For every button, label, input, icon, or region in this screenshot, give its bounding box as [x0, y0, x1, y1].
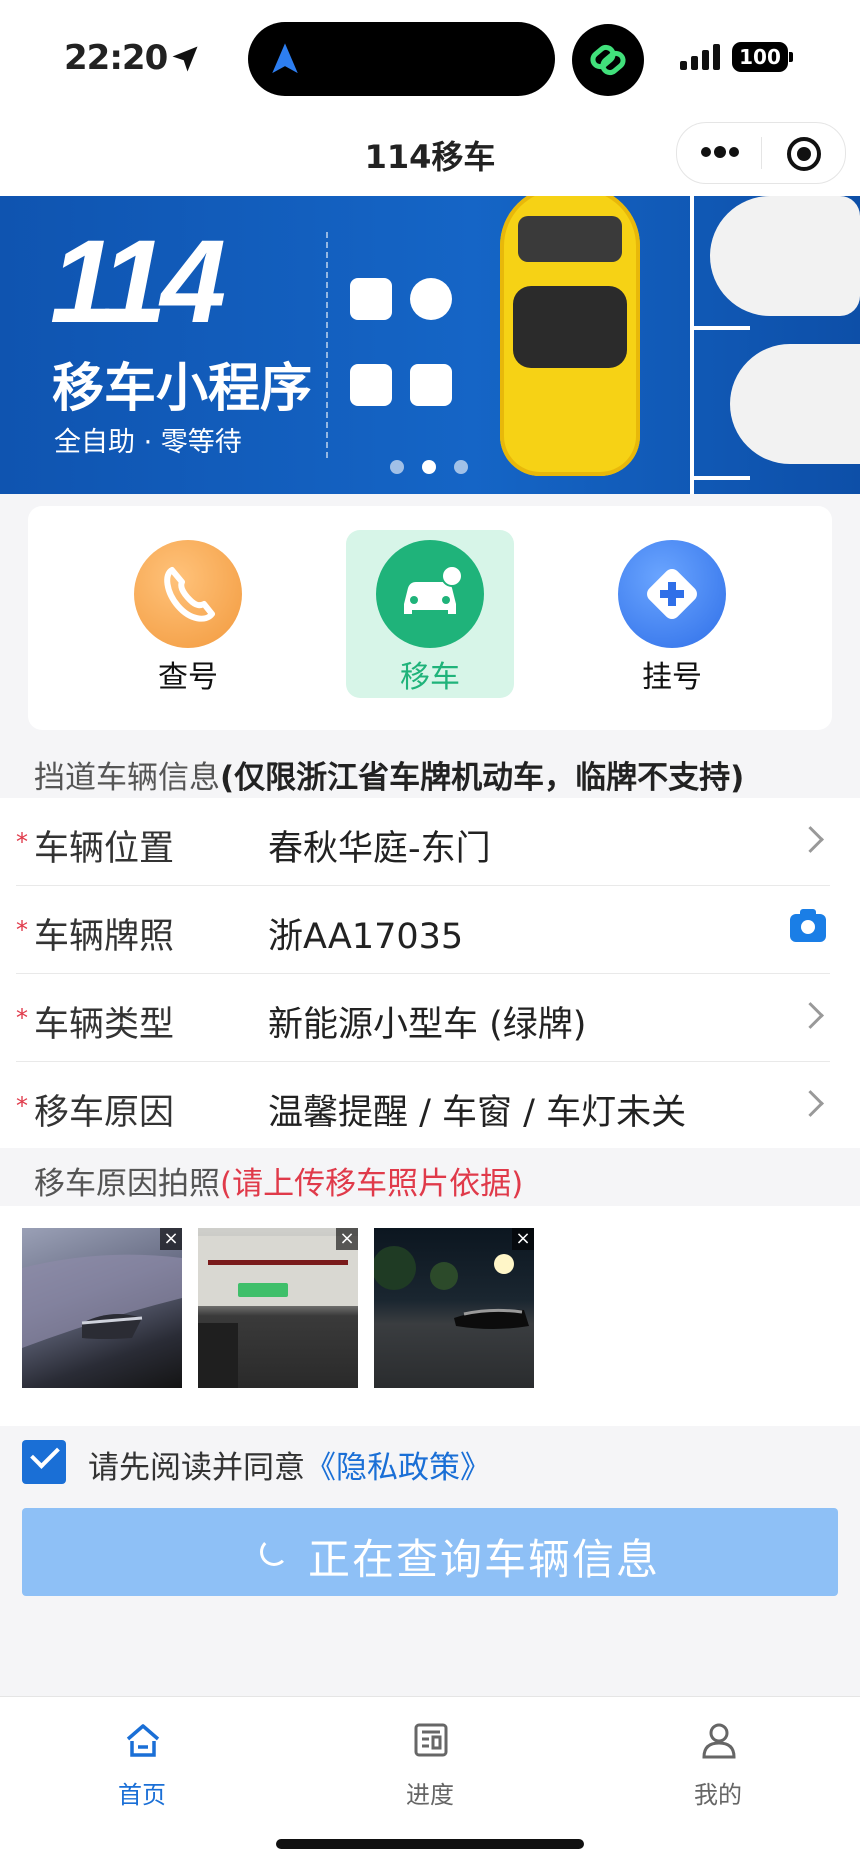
- home-icon: [126, 1724, 160, 1757]
- tab-home[interactable]: 首页: [72, 1709, 212, 1819]
- phone-icon: [134, 540, 242, 648]
- photo-list: × × ×: [0, 1206, 860, 1426]
- plus-diamond-icon: [618, 540, 726, 648]
- agree-checkbox[interactable]: [22, 1440, 66, 1484]
- privacy-policy-link[interactable]: 《隐私政策》: [305, 1450, 491, 1486]
- tab-label: 首页: [118, 1781, 166, 1809]
- form-row-reason[interactable]: * 移车原因 温馨提醒 / 车窗 / 车灯未关: [0, 1062, 860, 1150]
- tab-progress[interactable]: 进度: [360, 1709, 500, 1819]
- row-value: 春秋华庭-东门: [268, 829, 491, 869]
- row-label: 车辆位置: [34, 829, 175, 869]
- person-icon: [702, 1723, 736, 1759]
- photo-section-title: 移车原因拍照(请上传移车照片依据): [34, 1158, 523, 1203]
- vehicle-section-title: 挡道车辆信息(仅限浙江省车牌机动车，临牌不支持): [34, 752, 744, 797]
- row-label: 移车原因: [34, 1093, 175, 1133]
- banner-dot-3[interactable]: [454, 460, 468, 474]
- form-row-plate[interactable]: * 车辆牌照 浙AA17035: [0, 886, 860, 974]
- location-arrow-icon: [172, 46, 198, 72]
- camera-icon[interactable]: [790, 909, 826, 942]
- yellow-car-windshield: [518, 216, 622, 262]
- form-row-location[interactable]: * 车辆位置 春秋华庭-东门: [0, 798, 860, 886]
- link-app-icon: [572, 24, 644, 96]
- parking-line: [690, 196, 694, 494]
- more-icon[interactable]: [699, 145, 741, 159]
- chevron-right-icon: [797, 1090, 824, 1117]
- form-row-type[interactable]: * 车辆类型 新能源小型车 (绿牌): [0, 974, 860, 1062]
- white-car-image: [710, 196, 860, 316]
- row-label: 车辆类型: [34, 1005, 175, 1045]
- capsule-separator: [761, 137, 762, 169]
- submit-button[interactable]: 正在查询车辆信息: [22, 1508, 838, 1596]
- parking-line: [690, 326, 750, 330]
- photo-thumbnail[interactable]: ×: [198, 1228, 358, 1388]
- banner-dot-1[interactable]: [390, 460, 404, 474]
- battery-tip: [789, 52, 793, 62]
- remove-photo-button[interactable]: ×: [160, 1228, 182, 1250]
- photo-thumbnail[interactable]: ×: [374, 1228, 534, 1388]
- parking-line: [690, 476, 750, 480]
- row-value: 新能源小型车 (绿牌): [268, 1005, 587, 1045]
- car-icon: [376, 540, 484, 648]
- function-card: 查号 移车 挂号: [28, 506, 832, 730]
- section-note: (仅限浙江省车牌机动车，临牌不支持): [220, 760, 745, 796]
- battery-icon: 100: [732, 42, 788, 72]
- tab-mine[interactable]: 我的: [648, 1709, 788, 1819]
- chevron-right-icon: [797, 1002, 824, 1029]
- banner-subtitle: 全自助 · 零等待: [54, 427, 242, 458]
- yellow-car-roof: [513, 286, 627, 368]
- required-mark: *: [16, 1092, 28, 1120]
- section-title-text: 挡道车辆信息: [34, 760, 220, 796]
- chevron-right-icon: [797, 826, 824, 853]
- submit-button-label: 正在查询车辆信息: [308, 1535, 661, 1584]
- capsule-menu: [676, 122, 846, 184]
- photo-note: (请上传移车照片依据): [220, 1166, 524, 1202]
- news-icon: [414, 1723, 448, 1757]
- func-register[interactable]: 挂号: [588, 530, 756, 698]
- status-time: 22:20: [64, 38, 168, 78]
- vehicle-form: * 车辆位置 春秋华庭-东门 * 车辆牌照 浙AA17035 * 车辆类型 新能…: [0, 798, 860, 1148]
- tab-label: 我的: [694, 1781, 742, 1809]
- row-label: 车辆牌照: [34, 917, 175, 957]
- promo-banner[interactable]: 114 移车小程序 全自助 · 零等待: [0, 196, 860, 494]
- lightning-icon: [350, 364, 392, 406]
- photo-title-text: 移车原因拍照: [34, 1166, 220, 1202]
- close-program-icon[interactable]: [787, 137, 821, 171]
- status-bar: 22:20 100: [0, 0, 860, 110]
- required-mark: *: [16, 916, 28, 944]
- row-value: 温馨提醒 / 车窗 / 车灯未关: [268, 1093, 687, 1133]
- remove-photo-button[interactable]: ×: [336, 1228, 358, 1250]
- banner-number: 114: [50, 216, 226, 348]
- mini-program-header: 114移车: [0, 110, 860, 196]
- signal-icon: [680, 44, 720, 70]
- required-mark: *: [16, 1004, 28, 1032]
- agree-text: 请先阅读并同意《隐私政策》: [88, 1442, 491, 1487]
- navigation-icon: [272, 43, 298, 74]
- func-label: 移车: [400, 660, 460, 695]
- func-label: 挂号: [642, 660, 702, 695]
- required-mark: *: [16, 828, 28, 856]
- loading-spinner-icon: [260, 1538, 288, 1566]
- banner-dot-2[interactable]: [422, 460, 436, 474]
- nationwide-icon: [350, 278, 392, 320]
- func-label: 查号: [158, 660, 218, 695]
- func-move-car[interactable]: 移车: [346, 530, 514, 698]
- remove-photo-button[interactable]: ×: [512, 1228, 534, 1250]
- white-car-image: [730, 344, 860, 464]
- plate-input[interactable]: 浙AA17035: [268, 908, 463, 959]
- agree-label: 请先阅读并同意: [88, 1450, 305, 1486]
- home-indicator: [276, 1839, 584, 1849]
- photo-thumbnail[interactable]: ×: [22, 1228, 182, 1388]
- banner-title: 移车小程序: [52, 359, 313, 419]
- func-lookup-number[interactable]: 查号: [104, 530, 272, 698]
- lock-icon: [410, 364, 452, 406]
- banner-divider: [326, 232, 328, 458]
- service-24h-icon: [410, 278, 452, 320]
- tab-label: 进度: [406, 1781, 454, 1809]
